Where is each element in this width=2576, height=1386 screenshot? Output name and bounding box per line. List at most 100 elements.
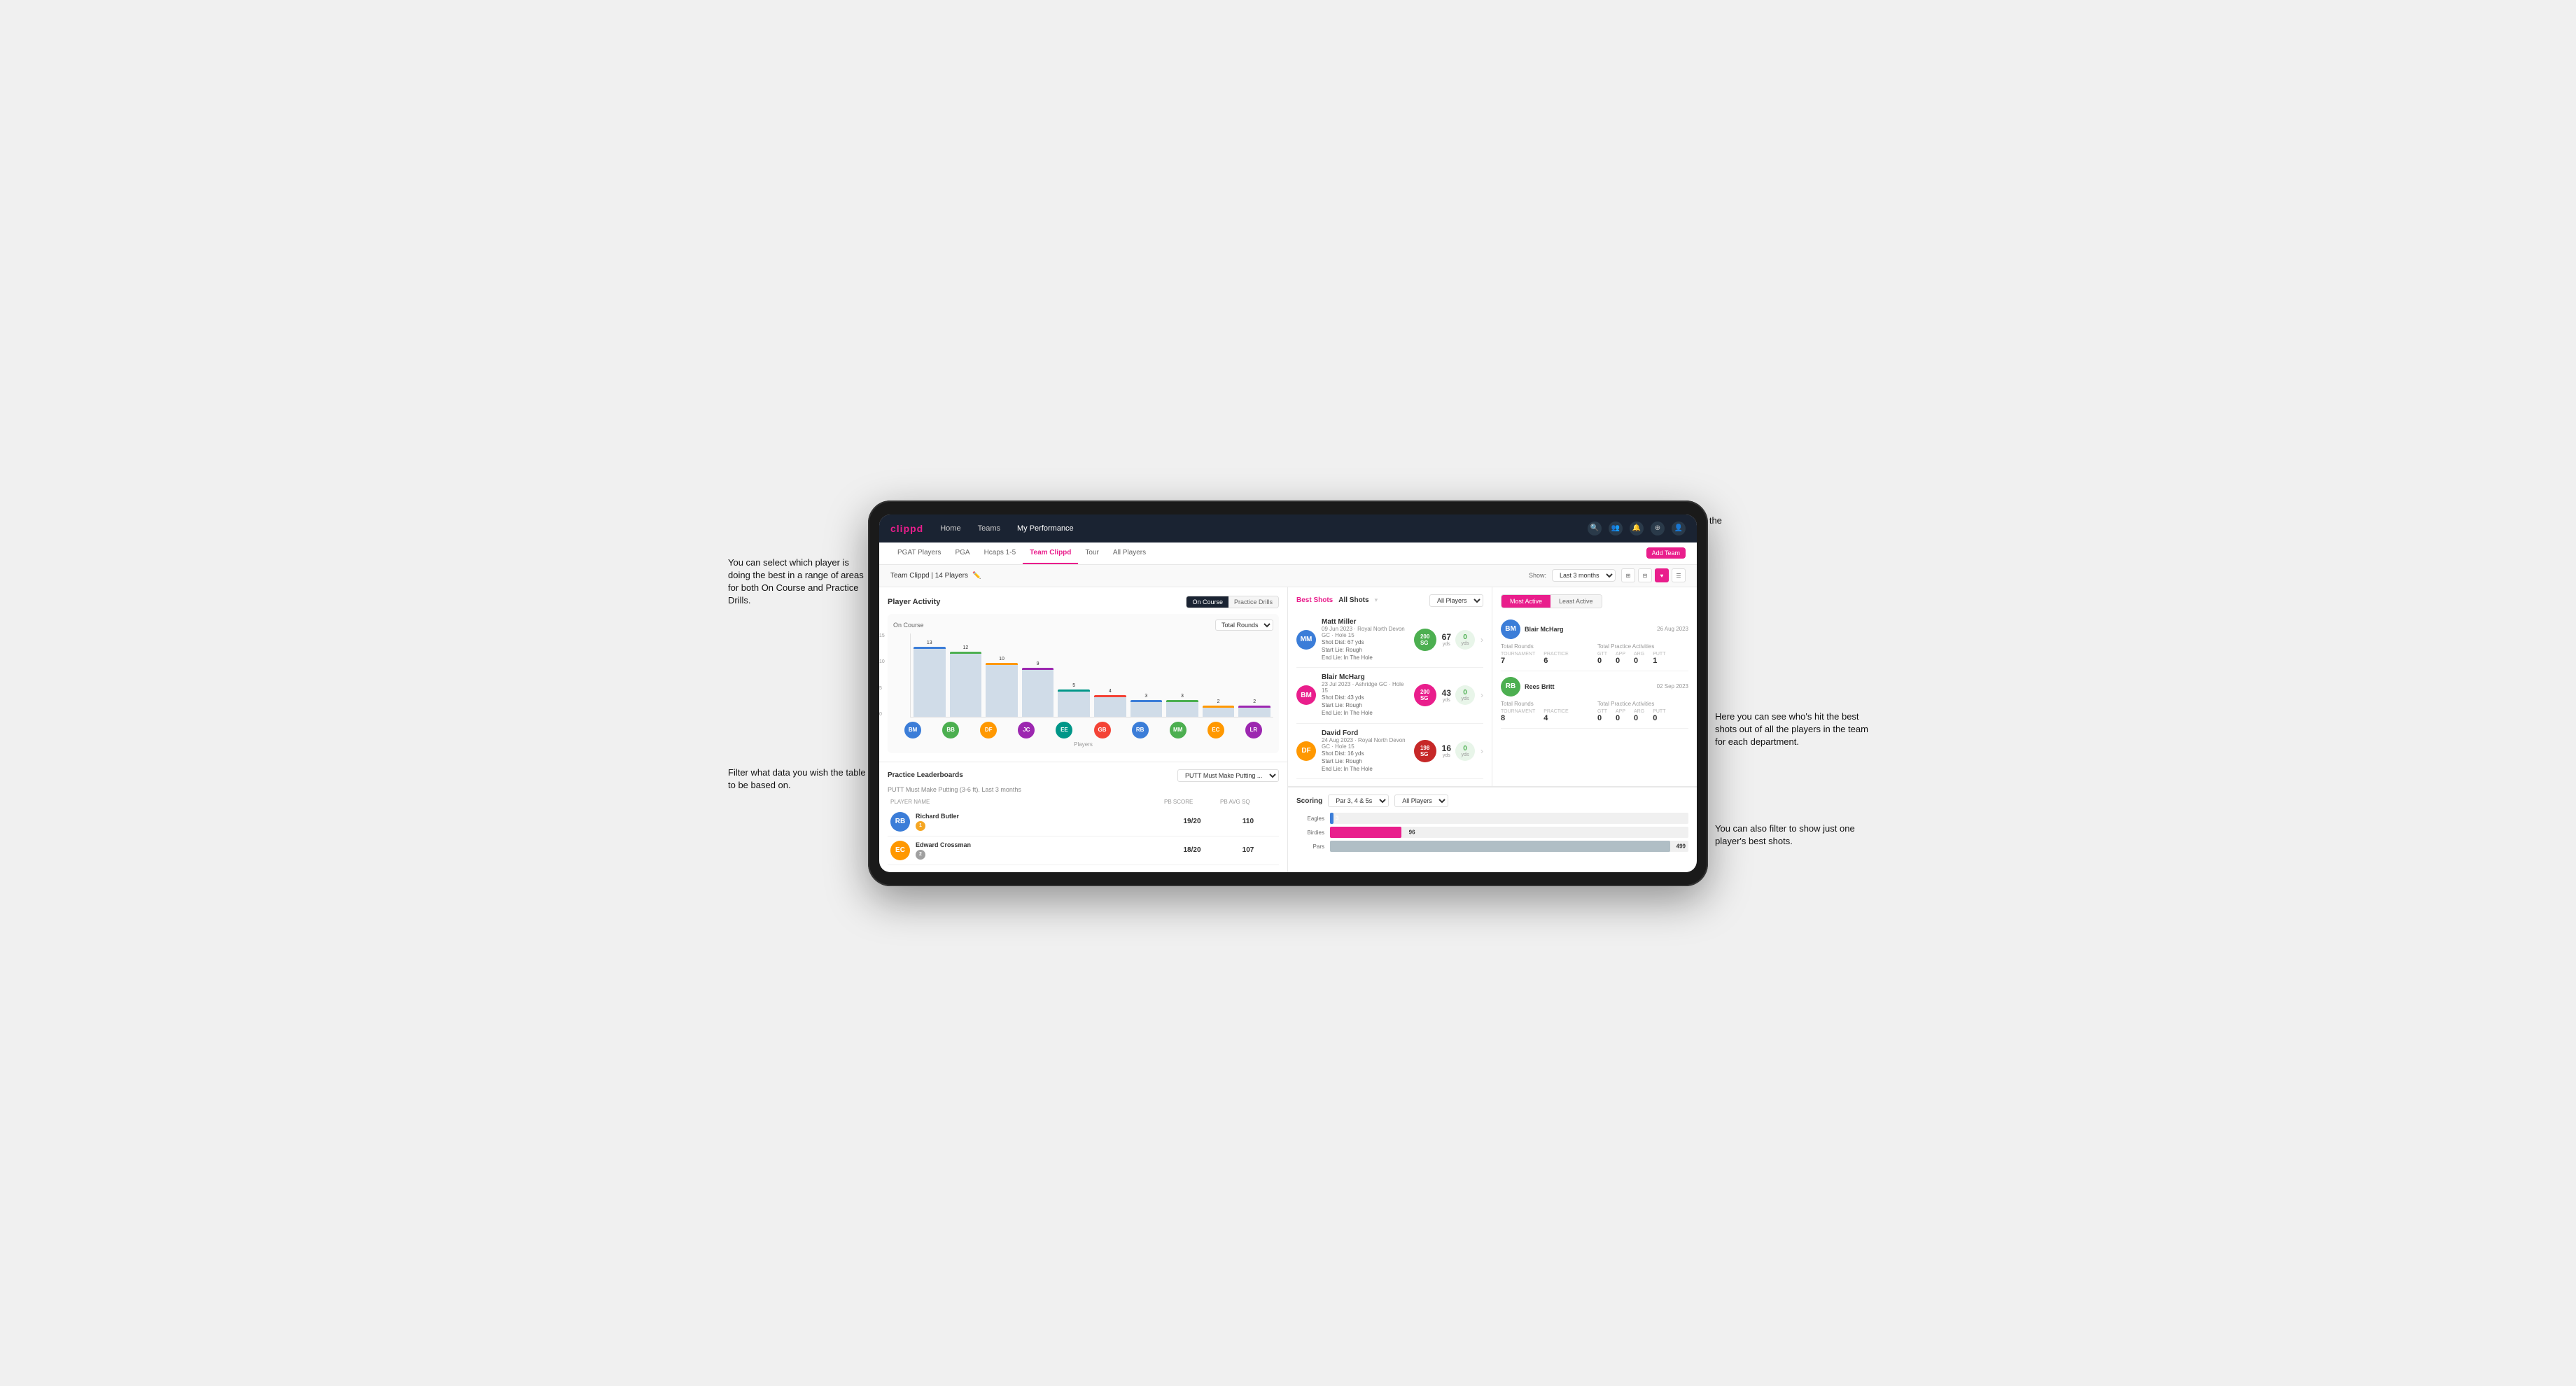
shot-card-david[interactable]: DF David Ford 24 Aug 2023 · Royal North …	[1296, 724, 1483, 780]
least-active-btn[interactable]: Least Active	[1550, 595, 1602, 608]
shot-info-david: Shot Dist: 16 ydsStart Lie: RoughEnd Lie…	[1322, 750, 1408, 774]
pb-avgsq-edward: 107	[1220, 846, 1276, 854]
bar-group-E.Ebert: 5	[1058, 683, 1090, 716]
nav-teams[interactable]: Teams	[975, 523, 1003, 534]
leaderboard-row[interactable]: EC Edward Crossman 2 18/20 107	[888, 836, 1279, 865]
team-header-right: Show: Last 3 months Last month Last 6 mo…	[1529, 568, 1686, 582]
bar-group-R.Butler: 3	[1130, 694, 1163, 716]
bar-group-E.Crossman: 2	[1203, 699, 1235, 716]
bar-avatar-G.Billingham: GB	[1094, 722, 1111, 738]
bar-group-D.Ford: 10	[986, 657, 1018, 717]
all-shots-tab[interactable]: All Shots	[1338, 596, 1368, 604]
apc-practice-blair: Total Practice Activities GTT 0 APP	[1597, 643, 1688, 665]
scoring-row-pars: Pars 499	[1296, 841, 1688, 852]
apc-rounds-blair: Total Rounds Tournament 7 Practice	[1501, 643, 1592, 665]
scoring-bar-birdies	[1330, 827, 1401, 838]
apc-practice-rees: Total Practice Activities GTT 0 APP	[1597, 701, 1688, 722]
shot-stat-dist-david: 16 yds	[1442, 743, 1451, 758]
bar-avatar-L.Robertson: LR	[1245, 722, 1262, 738]
view-list-btn[interactable]: ☰	[1672, 568, 1686, 582]
bell-icon-btn[interactable]: 🔔	[1630, 522, 1644, 536]
practice-drills-toggle[interactable]: Practice Drills	[1228, 596, 1278, 608]
nav-links: Home Teams My Performance	[937, 523, 1574, 534]
show-label: Show:	[1529, 572, 1546, 579]
shot-card-matt[interactable]: MM Matt Miller 09 Jun 2023 · Royal North…	[1296, 612, 1483, 668]
subnav-hcaps[interactable]: Hcaps 1-5	[977, 542, 1023, 564]
scoring-header: Scoring Par 3, 4 & 5s Par 3s Par 4s Par …	[1296, 794, 1688, 807]
bar-avatar-D.Ford: DF	[980, 722, 997, 738]
shot-stat-zero-matt: 0 yds	[1455, 630, 1475, 650]
player-activity-header: Player Activity On Course Practice Drill…	[888, 596, 1279, 608]
active-player-blair[interactable]: BM Blair McHarg 26 Aug 2023 Total Rounds	[1501, 614, 1688, 671]
nav-my-performance[interactable]: My Performance	[1014, 523, 1077, 534]
shot-stat-dist-matt: 67 yds	[1442, 632, 1451, 647]
chart-filter-select[interactable]: Total Rounds Total Shots	[1215, 620, 1273, 631]
subnav-pga[interactable]: PGA	[948, 542, 976, 564]
on-course-toggle[interactable]: On Course	[1186, 596, 1228, 608]
player-avatar-richard: RB	[890, 812, 910, 832]
team-header: Team Clippd | 14 Players ✏️ Show: Last 3…	[879, 565, 1697, 587]
nav-home[interactable]: Home	[937, 523, 963, 534]
apc-player-rees: RB Rees Britt	[1501, 677, 1555, 696]
view-heart-btn[interactable]: ♥	[1655, 568, 1669, 582]
course-toggle-group: On Course Practice Drills	[1186, 596, 1279, 608]
player-avatars-row: BMBBDFJCEEGBRBMMECLR	[893, 718, 1273, 740]
subnav-team-clippd[interactable]: Team Clippd	[1023, 542, 1078, 564]
most-active-btn[interactable]: Most Active	[1502, 595, 1550, 608]
sub-nav: PGAT Players PGA Hcaps 1-5 Team Clippd T…	[879, 542, 1697, 565]
view-grid3-btn[interactable]: ⊟	[1638, 568, 1652, 582]
practice-subtitle: PUTT Must Make Putting (3-6 ft). Last 3 …	[888, 786, 1279, 793]
practice-leaderboards-section: Practice Leaderboards PUTT Must Make Put…	[879, 762, 1287, 872]
annotation-left-top: You can select which player is doing the…	[728, 556, 868, 608]
shot-player-name-blair: Blair McHarg	[1322, 673, 1408, 681]
view-grid2-btn[interactable]: ⊞	[1621, 568, 1635, 582]
right-panel: Best Shots All Shots ▾ All Players MM	[1288, 587, 1697, 872]
shot-player-name-matt: Matt Miller	[1322, 618, 1408, 626]
bar-avatar-J.Coles: JC	[1018, 722, 1035, 738]
shot-chevron-matt: ›	[1480, 635, 1483, 645]
scoring-label-birdies: Birdies	[1296, 830, 1324, 836]
chart-subheader: On Course Total Rounds Total Shots	[893, 620, 1273, 631]
scoring-players-filter[interactable]: All Players	[1394, 794, 1448, 807]
scoring-bar-wrap-birdies: 96	[1330, 827, 1688, 838]
scoring-label-pars: Pars	[1296, 844, 1324, 850]
edit-icon[interactable]: ✏️	[972, 572, 981, 580]
shot-badge-matt: 200SG	[1414, 629, 1436, 651]
player-activity-title: Player Activity	[888, 598, 940, 606]
player-name-badge: Richard Butler 1	[916, 813, 959, 831]
chart-x-label: Players	[893, 741, 1273, 748]
best-shots-tab[interactable]: Best Shots	[1296, 596, 1333, 604]
user-icon-btn[interactable]: 👤	[1672, 522, 1686, 536]
rank-badge-2: 2	[916, 850, 925, 860]
add-team-button[interactable]: Add Team	[1646, 547, 1686, 559]
time-select[interactable]: Last 3 months Last month Last 6 months L…	[1552, 569, 1616, 582]
leaderboard-columns: PLAYER NAME PB SCORE PB AVG SQ	[888, 799, 1279, 805]
plus-icon-btn[interactable]: ⊕	[1651, 522, 1665, 536]
shot-details-matt: 09 Jun 2023 · Royal North Devon GC · Hol…	[1322, 626, 1408, 638]
scoring-label-eagles: Eagles	[1296, 816, 1324, 822]
search-icon-btn[interactable]: 🔍	[1588, 522, 1602, 536]
scoring-row-eagles: Eagles 3	[1296, 813, 1688, 824]
shot-badge-david: 198SG	[1414, 740, 1436, 762]
subnav-all-players[interactable]: All Players	[1106, 542, 1153, 564]
practice-filter-select[interactable]: PUTT Must Make Putting ...	[1177, 769, 1279, 782]
scoring-par-filter[interactable]: Par 3, 4 & 5s Par 3s Par 4s Par 5s	[1328, 794, 1389, 807]
apc-rounds-rees: Total Rounds Tournament 8 Practice	[1501, 701, 1592, 722]
active-player-rees[interactable]: RB Rees Britt 02 Sep 2023 Total Rounds	[1501, 671, 1688, 729]
all-players-dropdown[interactable]: All Players	[1429, 594, 1483, 607]
shot-card-blair[interactable]: BM Blair McHarg 23 Jul 2023 · Ashridge G…	[1296, 668, 1483, 724]
nav-logo: clippd	[890, 523, 923, 534]
subnav-pgat[interactable]: PGAT Players	[890, 542, 948, 564]
apc-avatar-rees: RB	[1501, 677, 1520, 696]
subnav-tour[interactable]: Tour	[1078, 542, 1105, 564]
most-active-toggle: Most Active Least Active	[1501, 594, 1602, 608]
shot-stat-zero-blair: 0 yds	[1455, 685, 1475, 705]
bar-avatar-E.Crossman: EC	[1208, 722, 1224, 738]
bar-avatar-M.Miller: MM	[1170, 722, 1186, 738]
shot-stats-david: 16 yds 0 yds	[1442, 741, 1475, 761]
view-icons: ⊞ ⊟ ♥ ☰	[1621, 568, 1686, 582]
leaderboard-row[interactable]: RB Richard Butler 1 19/20 110	[888, 808, 1279, 836]
practice-header: Practice Leaderboards PUTT Must Make Put…	[888, 769, 1279, 782]
users-icon-btn[interactable]: 👥	[1609, 522, 1623, 536]
bar-group-J.Coles: 9	[1022, 662, 1054, 716]
